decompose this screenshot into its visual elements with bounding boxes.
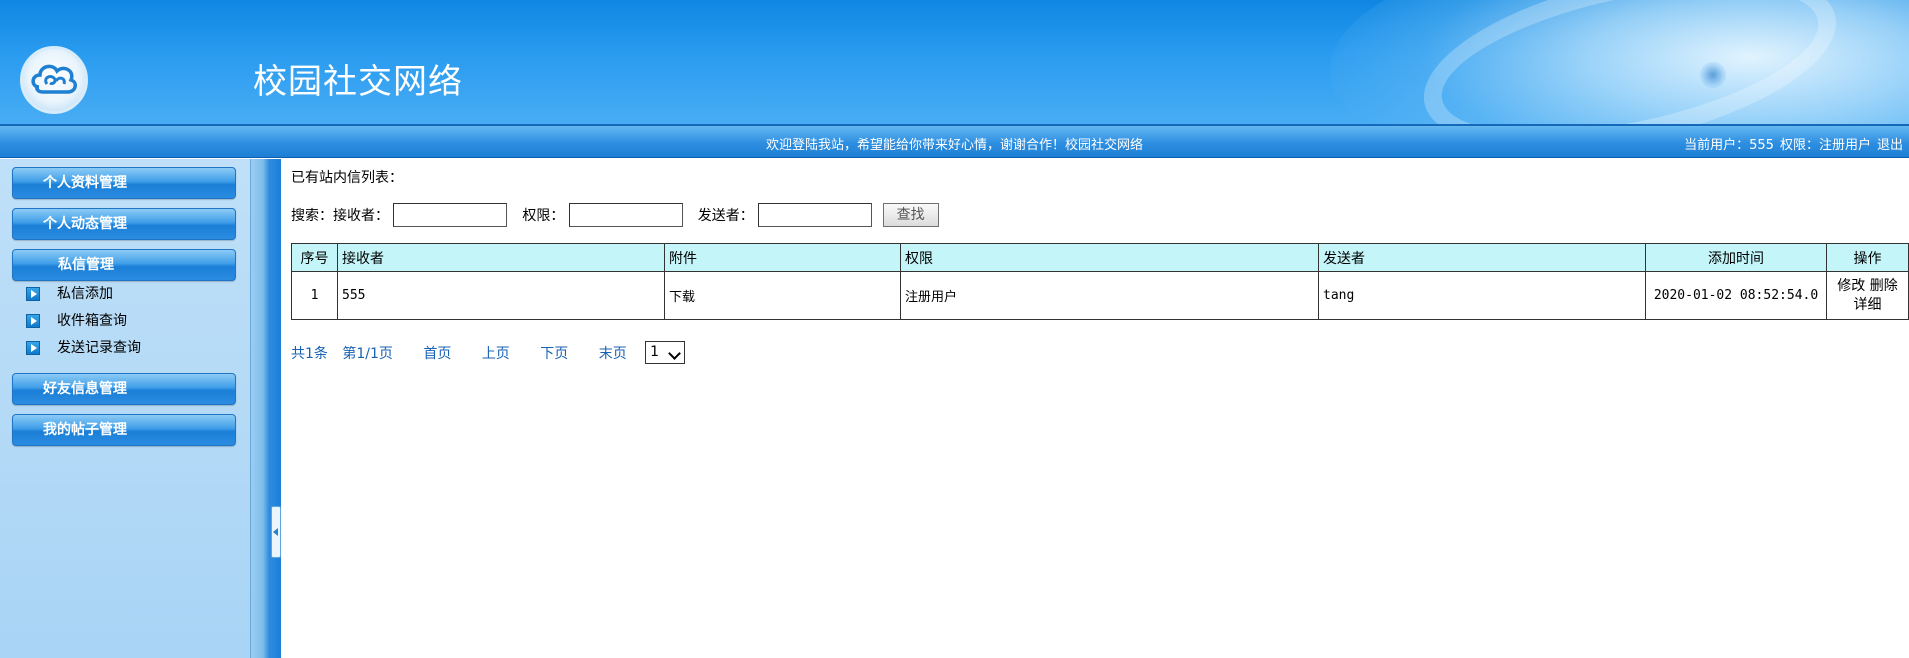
current-user-label: 当前用户：555 — [1684, 138, 1774, 153]
pagination: 共1条 第1/1页 首页 上页 下页 末页 1 — [291, 341, 686, 365]
pager-total: 共1条 — [291, 345, 328, 362]
cell-operations: 修改 删除 详细 — [1826, 271, 1909, 320]
search-form: 搜索：接收者： 权限： 发送者： 查找 — [291, 203, 939, 229]
menu-label: 好友信息管理 — [43, 381, 127, 397]
list-title: 已有站内信列表： — [291, 170, 403, 186]
search-prefix: 搜索： — [291, 208, 333, 224]
arrow-bullet-icon — [26, 341, 40, 355]
column-header-attachment: 附件 — [664, 243, 901, 272]
cell-permission: 注册用户 — [900, 271, 1319, 320]
message-table: 序号 接收者 附件 权限 发送者 添加时间 操作 1 555 下载 注册用户 t… — [291, 243, 1909, 320]
welcome-bar: 欢迎登陆我站，希望能给你带来好心情，谢谢合作！校园社交网络 当前用户：555 权限… — [0, 126, 1909, 158]
pager-next-link[interactable]: 下页 — [540, 343, 568, 363]
welcome-message: 欢迎登陆我站，希望能给你带来好心情，谢谢合作！校园社交网络 — [765, 138, 1143, 153]
user-info: 当前用户：555 权限：注册用户 退出 — [1678, 134, 1903, 153]
page-select[interactable]: 1 — [645, 341, 686, 364]
arrow-bullet-icon — [26, 314, 40, 328]
cell-attachment-download-link[interactable]: 下载 — [664, 271, 901, 320]
menu-label: 我的帖子管理 — [43, 422, 127, 438]
receiver-input[interactable] — [393, 203, 508, 227]
menu-label: 个人资料管理 — [43, 175, 127, 191]
sub-item-sent-query[interactable]: 发送记录查询 — [26, 337, 141, 359]
menu-friend-management[interactable]: 好友信息管理 — [12, 373, 236, 405]
permission-input[interactable] — [568, 203, 683, 227]
detail-link[interactable]: 详细 — [1854, 297, 1882, 313]
site-title: 校园社交网络 — [253, 62, 463, 102]
column-header-sender: 发送者 — [1318, 243, 1646, 272]
menu-label: 私信管理 — [58, 257, 114, 273]
column-header-receiver: 接收者 — [337, 243, 665, 272]
menu-my-posts-management[interactable]: 我的帖子管理 — [12, 414, 236, 446]
cell-sender: tang — [1318, 271, 1646, 320]
menu-activity-management[interactable]: 个人动态管理 — [12, 208, 236, 240]
sender-label: 发送者： — [697, 208, 754, 224]
sidebar-splitter — [251, 159, 281, 658]
header-eye-decoration — [1700, 62, 1726, 88]
sender-input[interactable] — [758, 203, 873, 227]
search-button[interactable]: 查找 — [882, 203, 939, 227]
site-header: 校园社交网络 — [0, 0, 1909, 126]
pager-last-link[interactable]: 末页 — [599, 343, 627, 363]
table-header-row: 序号 接收者 附件 权限 发送者 添加时间 操作 — [291, 243, 1909, 272]
logout-link[interactable]: 退出 — [1877, 138, 1903, 153]
permission-search-label: 权限： — [522, 208, 565, 224]
main-content: 已有站内信列表： 搜索：接收者： 权限： 发送者： 查找 序号 接收者 附件 权… — [281, 159, 1909, 658]
pager-prev-link[interactable]: 上页 — [482, 343, 510, 363]
sidebar: 个人资料管理 个人动态管理 私信管理 私信添加 收件箱查询 发送记录查询 好友信… — [0, 159, 251, 658]
arrow-bullet-icon — [26, 287, 40, 301]
column-header-time: 添加时间 — [1645, 243, 1827, 272]
receiver-label: 接收者： — [333, 208, 389, 224]
sub-item-label: 发送记录查询 — [57, 340, 141, 356]
menu-profile-management[interactable]: 个人资料管理 — [12, 167, 236, 199]
pager-page-info: 第1/1页 — [342, 345, 393, 362]
sub-item-inbox-query[interactable]: 收件箱查询 — [26, 310, 127, 332]
cell-time: 2020-01-02 08:52:54.0 — [1645, 271, 1827, 320]
column-header-index: 序号 — [291, 243, 338, 272]
column-header-permission: 权限 — [900, 243, 1319, 272]
sub-item-label: 收件箱查询 — [57, 313, 127, 329]
cell-receiver: 555 — [337, 271, 665, 320]
collapse-sidebar-handle[interactable] — [271, 506, 281, 558]
pager-first-link[interactable]: 首页 — [423, 343, 451, 363]
sub-item-add-message[interactable]: 私信添加 — [26, 283, 113, 305]
site-logo-icon — [20, 46, 88, 114]
menu-private-message-management[interactable]: 私信管理 — [12, 249, 236, 281]
edit-link[interactable]: 修改 — [1837, 278, 1865, 294]
table-row: 1 555 下载 注册用户 tang 2020-01-02 08:52:54.0… — [291, 271, 1909, 320]
column-header-operations: 操作 — [1826, 243, 1909, 272]
delete-link[interactable]: 删除 — [1870, 278, 1898, 294]
cell-index: 1 — [291, 271, 338, 320]
menu-label: 个人动态管理 — [43, 216, 127, 232]
permission-label: 权限：注册用户 — [1779, 138, 1871, 153]
